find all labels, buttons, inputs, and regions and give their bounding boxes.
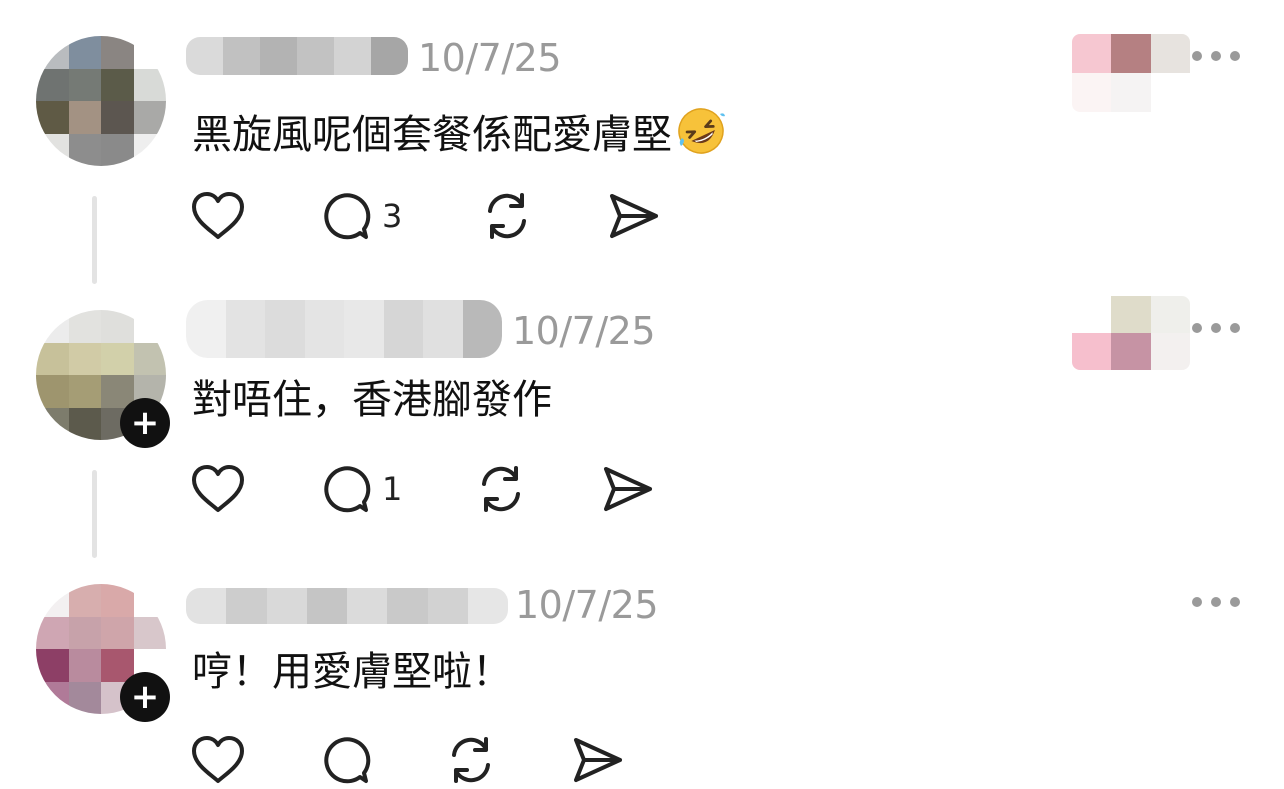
thread-line xyxy=(92,470,97,558)
username-blurred[interactable] xyxy=(186,588,508,624)
more-dots-icon xyxy=(1192,597,1202,607)
reply-count: 1 xyxy=(382,470,403,508)
follow-button[interactable]: + xyxy=(120,672,170,722)
reply-button[interactable] xyxy=(318,732,382,788)
avatar[interactable] xyxy=(36,36,166,166)
speech-bubble-icon xyxy=(324,737,371,784)
like-button[interactable] xyxy=(190,732,246,788)
heart-icon xyxy=(192,465,244,512)
plus-icon: + xyxy=(130,403,160,443)
thread-line xyxy=(92,196,97,284)
reply-button[interactable]: 1 xyxy=(318,461,402,517)
follow-button[interactable]: + xyxy=(120,398,170,448)
like-button[interactable] xyxy=(190,188,246,244)
reply-button[interactable]: 3 xyxy=(318,188,402,244)
like-button[interactable] xyxy=(190,461,246,517)
more-options-button[interactable] xyxy=(1192,592,1240,612)
rolling-laughing-emoji-icon xyxy=(678,108,725,154)
action-bar: 3 xyxy=(190,188,670,244)
comment-text: 哼！用愛膚堅啦！ xyxy=(192,649,512,695)
action-bar xyxy=(190,732,630,788)
comment-text-body: 黑旋風呢個套餐係配愛膚堅 xyxy=(192,112,672,158)
repost-button[interactable] xyxy=(480,188,534,244)
repost-button[interactable] xyxy=(444,732,498,788)
comment-text: 對唔住，香港腳發作 xyxy=(192,377,552,423)
speech-bubble-icon xyxy=(324,466,371,513)
timestamp: 10/7/25 xyxy=(515,583,659,627)
send-paper-plane-icon xyxy=(604,467,652,511)
share-button[interactable] xyxy=(572,732,624,788)
heart-icon xyxy=(192,736,244,783)
comment-text: 黑旋風呢個套餐係配愛膚堅 xyxy=(192,106,726,156)
media-thumbnail[interactable] xyxy=(1072,296,1190,370)
username-blurred[interactable] xyxy=(186,300,502,358)
more-options-button[interactable] xyxy=(1192,46,1240,66)
repost-button[interactable] xyxy=(474,461,528,517)
repost-arrows-icon xyxy=(452,737,490,783)
speech-bubble-icon xyxy=(324,193,371,240)
repost-arrows-icon xyxy=(482,466,520,512)
repost-arrows-icon xyxy=(488,193,526,239)
more-dots-icon xyxy=(1192,323,1202,333)
share-button[interactable] xyxy=(608,188,660,244)
plus-icon: + xyxy=(130,677,160,717)
more-dots-icon xyxy=(1192,51,1202,61)
send-paper-plane-icon xyxy=(574,738,622,782)
action-bar: 1 xyxy=(190,461,670,517)
reply-count: 3 xyxy=(382,197,403,235)
more-options-button[interactable] xyxy=(1192,318,1240,338)
username-blurred[interactable] xyxy=(186,37,408,75)
media-thumbnail[interactable] xyxy=(1072,34,1190,112)
timestamp: 10/7/25 xyxy=(418,36,562,80)
timestamp: 10/7/25 xyxy=(512,309,656,353)
heart-icon xyxy=(192,192,244,239)
comment-thread: 10/7/25 黑旋風呢個套餐係配愛膚堅 3 + 10/7/25 對唔住，香港腳… xyxy=(0,0,1284,789)
share-button[interactable] xyxy=(602,461,654,517)
send-paper-plane-icon xyxy=(610,194,658,238)
